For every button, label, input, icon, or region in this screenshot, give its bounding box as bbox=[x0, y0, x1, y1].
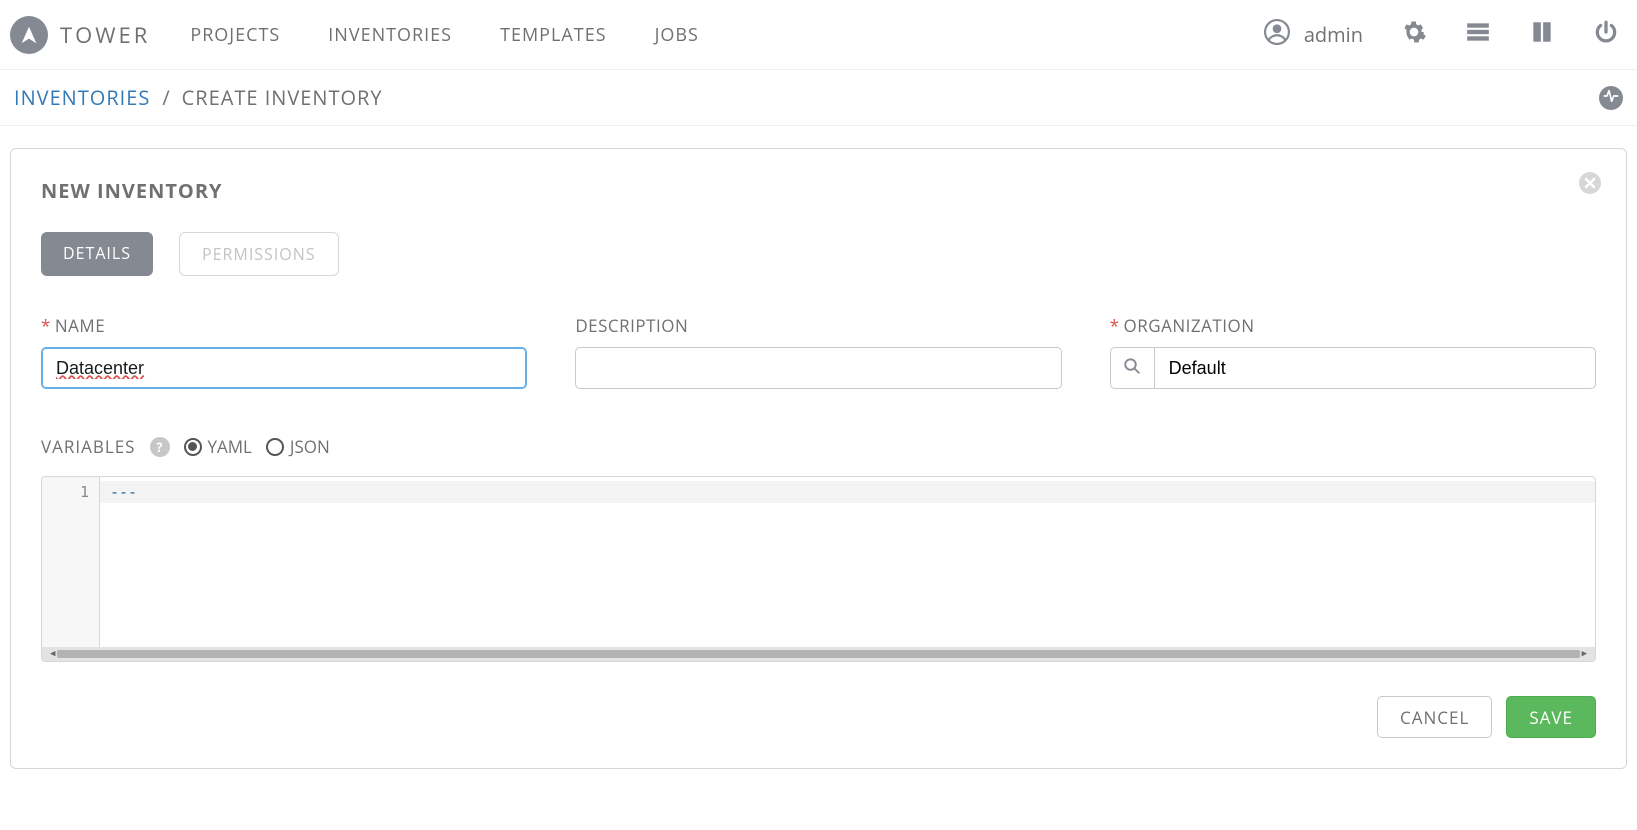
save-button[interactable]: SAVE bbox=[1506, 696, 1596, 738]
brand-logo-icon bbox=[10, 16, 48, 54]
logout-button[interactable] bbox=[1593, 19, 1619, 50]
scroll-left-icon: ◀ bbox=[50, 649, 55, 659]
power-icon bbox=[1593, 19, 1619, 50]
variables-editor[interactable]: 1 --- ◀ ▶ bbox=[41, 476, 1596, 662]
tab-permissions: PERMISSIONS bbox=[179, 232, 339, 276]
user-icon bbox=[1264, 19, 1290, 50]
form-row: *NAME DESCRIPTION *ORGANIZATION bbox=[41, 314, 1596, 389]
book-icon bbox=[1529, 19, 1555, 50]
editor-gutter: 1 bbox=[42, 477, 100, 647]
nav-right: admin bbox=[1264, 19, 1619, 50]
variables-help-icon[interactable]: ? bbox=[150, 437, 170, 457]
form-footer: CANCEL SAVE bbox=[41, 696, 1596, 738]
activity-icon bbox=[1603, 87, 1619, 109]
name-input[interactable] bbox=[41, 347, 527, 389]
organization-input-group bbox=[1110, 347, 1596, 389]
editor-content: --- bbox=[100, 477, 1595, 507]
name-label: *NAME bbox=[41, 314, 527, 337]
gear-icon bbox=[1401, 19, 1427, 50]
user-name: admin bbox=[1304, 21, 1363, 48]
settings-button[interactable] bbox=[1401, 19, 1427, 50]
nav-jobs[interactable]: JOBS bbox=[655, 23, 699, 47]
search-icon bbox=[1123, 357, 1141, 380]
editor-code-area[interactable]: --- bbox=[100, 477, 1595, 647]
user-menu[interactable]: admin bbox=[1264, 19, 1363, 50]
nav-items: PROJECTS INVENTORIES TEMPLATES JOBS bbox=[190, 23, 699, 47]
organization-label: *ORGANIZATION bbox=[1110, 314, 1596, 337]
brand-name: TOWER bbox=[60, 20, 150, 50]
editor-h-scrollbar[interactable]: ◀ ▶ bbox=[42, 647, 1595, 661]
organization-field-group: *ORGANIZATION bbox=[1110, 314, 1596, 389]
panel-close-button[interactable] bbox=[1578, 171, 1602, 200]
brand[interactable]: TOWER bbox=[10, 16, 150, 54]
tab-details[interactable]: DETAILS bbox=[41, 232, 153, 276]
nav-projects[interactable]: PROJECTS bbox=[190, 23, 280, 47]
panel-tabs: DETAILS PERMISSIONS bbox=[41, 232, 1596, 276]
organization-input[interactable] bbox=[1154, 347, 1596, 389]
breadcrumb-parent[interactable]: INVENTORIES bbox=[14, 84, 150, 111]
name-field-group: *NAME bbox=[41, 314, 527, 389]
content: NEW INVENTORY DETAILS PERMISSIONS *NAME … bbox=[0, 126, 1637, 791]
radio-icon bbox=[184, 438, 202, 456]
breadcrumb: INVENTORIES / CREATE INVENTORY bbox=[0, 70, 1637, 126]
radio-icon bbox=[266, 438, 284, 456]
variables-header: VARIABLES ? YAML JSON bbox=[41, 435, 1596, 458]
scroll-track[interactable] bbox=[57, 650, 1579, 658]
activity-stream-button[interactable] bbox=[1599, 86, 1623, 110]
nav-inventories[interactable]: INVENTORIES bbox=[328, 23, 452, 47]
description-field-group: DESCRIPTION bbox=[575, 314, 1061, 389]
nav-templates[interactable]: TEMPLATES bbox=[500, 23, 607, 47]
list-icon bbox=[1465, 19, 1491, 50]
panel-title: NEW INVENTORY bbox=[41, 177, 1596, 204]
cancel-button[interactable]: CANCEL bbox=[1377, 696, 1492, 738]
description-label: DESCRIPTION bbox=[575, 314, 1061, 337]
description-input[interactable] bbox=[575, 347, 1061, 389]
breadcrumb-separator: / bbox=[162, 84, 169, 111]
variables-format-json[interactable]: JSON bbox=[266, 435, 330, 458]
required-mark: * bbox=[1110, 314, 1120, 337]
top-nav: TOWER PROJECTS INVENTORIES TEMPLATES JOB… bbox=[0, 0, 1637, 70]
organization-lookup-button[interactable] bbox=[1110, 347, 1154, 389]
inventory-form-panel: NEW INVENTORY DETAILS PERMISSIONS *NAME … bbox=[10, 148, 1627, 769]
scroll-right-icon: ▶ bbox=[1582, 649, 1587, 659]
close-icon bbox=[1578, 178, 1602, 200]
docs-button[interactable] bbox=[1529, 19, 1555, 50]
variables-label: VARIABLES bbox=[41, 435, 136, 458]
required-mark: * bbox=[41, 314, 51, 337]
line-number: 1 bbox=[42, 483, 89, 501]
variables-format-yaml[interactable]: YAML bbox=[184, 435, 252, 458]
breadcrumb-current: CREATE INVENTORY bbox=[182, 84, 383, 111]
portal-button[interactable] bbox=[1465, 19, 1491, 50]
